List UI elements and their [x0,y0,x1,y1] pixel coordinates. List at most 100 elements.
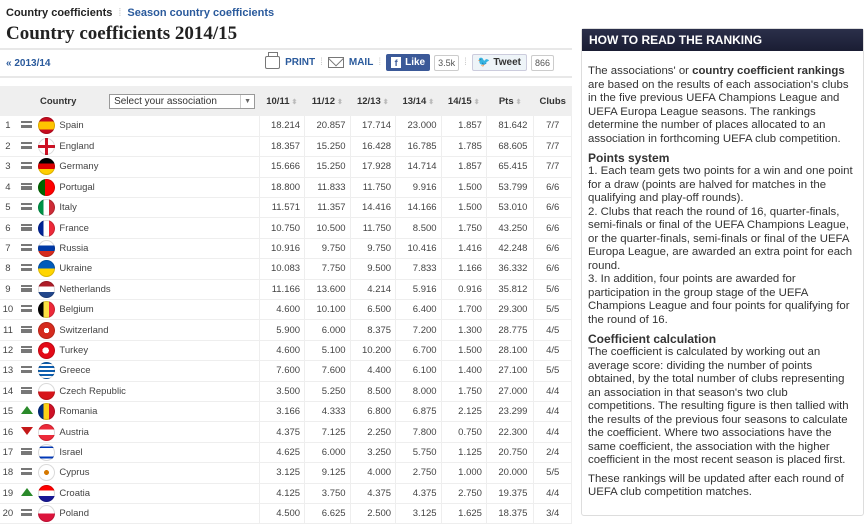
season-coefficient: 4.214 [350,279,397,301]
country-name[interactable]: England [59,136,260,158]
country-name[interactable]: Germany [59,156,260,178]
country-name[interactable]: Belgium [59,299,260,321]
flag-switzerland-icon [37,321,55,339]
season-coefficient: 14.714 [395,156,442,178]
unchanged-icon [21,244,33,252]
table-row[interactable]: 19 Croatia 4.125 3.750 4.375 4.375 2.750 19.375… [0,483,572,504]
facebook-like-button[interactable]: f Like [386,54,431,71]
season-coefficient: 6.100 [395,360,442,382]
rank: 10 [0,299,16,321]
table-row[interactable]: 5 Italy 11.571 11.357 14.416 14.166 1.500 53.01… [0,197,572,219]
table-row[interactable]: 8 Ukraine 10.083 7.750 9.500 7.833 1.166 36.332… [0,258,572,280]
season-coefficient: 4.000 [350,462,397,484]
table-row[interactable]: 17 Israel 4.625 6.000 3.250 5.750 1.125 20.750 2… [0,442,572,464]
unchanged-icon [21,345,33,353]
table-row[interactable]: 20 Poland 4.500 6.625 2.500 3.125 1.625 18.375 3… [0,503,572,525]
season-coefficient: 4.600 [259,299,306,321]
table-row[interactable]: 10 Belgium 4.600 10.100 6.500 6.400 1.700 29.30… [0,299,572,321]
total-points: 35.812 [486,279,535,301]
col-header-1415[interactable]: 14/15 ⬍ [441,86,486,116]
flag-russia-icon [37,240,55,258]
table-row[interactable]: 7 Russia 10.916 9.750 9.750 10.416 1.416 42.248… [0,238,572,260]
table-row[interactable]: 14 Czech Republic 3.500 5.250 8.500 8.000 1.75… [0,381,572,402]
col-header-1213[interactable]: 12/13 ⬍ [350,86,396,116]
table-row[interactable]: 15 Romania 3.166 4.333 6.800 6.875 2.125 23.299… [0,401,572,423]
col-header-1011[interactable]: 10/11 ⬍ [259,86,305,116]
country-name[interactable]: Israel [59,442,260,464]
season-coefficient: 1.857 [441,156,487,178]
table-row[interactable]: 13 Greece 7.600 7.600 4.400 6.100 1.400 27.100 5… [0,360,572,382]
association-select[interactable]: Select your association ▼ [109,93,256,109]
country-name[interactable]: Cyprus [59,462,260,484]
season-coefficient: 4.600 [259,340,306,362]
col-header-1314[interactable]: 13/14 ⬍ [396,86,442,116]
country-name[interactable]: Netherlands [59,279,260,301]
season-coefficient: 8.500 [350,381,397,402]
sort-icon: ⬍ [382,98,389,106]
country-name[interactable]: Poland [59,503,260,525]
table-row[interactable]: 2 England 18.357 15.250 16.428 16.785 1.785 68.… [0,136,572,158]
sort-icon: ⬍ [291,98,298,106]
col-header-pts[interactable]: Pts ⬍ [486,86,534,116]
subnav-country-coefficients[interactable]: Country coefficients [6,7,112,19]
season-coefficient: 6.625 [304,503,351,525]
country-name[interactable]: Austria [59,421,260,443]
rank: 2 [0,136,16,158]
table-row[interactable]: 1 Spain 18.214 20.857 17.714 23.000 1.857 81.64… [0,116,572,137]
season-coefficient: 14.166 [395,197,442,219]
season-coefficient: 6.400 [395,299,442,321]
country-name[interactable]: Czech Republic [59,381,260,402]
clubs-count: 6/6 [533,238,572,260]
country-name[interactable]: Croatia [59,483,260,504]
country-name[interactable]: Switzerland [59,319,260,341]
chevron-down-icon: ▼ [240,94,254,108]
previous-season-link[interactable]: « 2013/14 [6,58,51,69]
subnav-season-country-coefficients[interactable]: Season country coefficients [127,7,274,19]
mail-icon[interactable] [327,57,344,68]
season-coefficient: 1.750 [441,217,487,239]
season-coefficient: 4.125 [259,483,306,504]
table-row[interactable]: 18 Cyprus 3.125 9.125 4.000 2.750 1.000 20.000 5… [0,462,572,484]
season-coefficient: 10.200 [350,340,397,362]
table-row[interactable]: 12 Turkey 4.600 5.100 10.200 6.700 1.500 28.100… [0,340,572,362]
country-name[interactable]: Italy [59,197,260,219]
country-name[interactable]: France [59,217,260,239]
table-row[interactable]: 11 Switzerland 5.900 6.000 8.375 7.200 1.300 28… [0,319,572,341]
country-header: Country [40,95,77,107]
season-coefficient: 1.400 [441,360,487,382]
season-coefficient: 6.875 [395,401,442,423]
country-name[interactable]: Turkey [59,340,260,362]
col-header-1112[interactable]: 11/12 ⬍ [305,86,351,116]
season-coefficient: 4.375 [395,483,442,504]
table-row[interactable]: 4 Portugal 18.800 11.833 11.750 9.916 1.500 53.… [0,177,572,199]
season-coefficient: 20.857 [304,116,351,137]
print-button[interactable]: PRINT [285,57,315,68]
total-points: 81.642 [486,116,535,137]
total-points: 20.000 [486,462,535,484]
table-row[interactable]: 9 Netherlands 11.166 13.600 4.214 5.916 0.916 3… [0,279,572,301]
clubs-count: 2/4 [533,442,572,464]
total-points: 27.100 [486,360,535,382]
country-name[interactable]: Russia [59,238,260,260]
total-points: 42.248 [486,238,535,260]
points-system-heading: Points system [588,151,670,165]
country-name[interactable]: Spain [59,116,260,137]
clubs-count: 4/5 [533,340,572,362]
clubs-count: 5/5 [533,462,572,484]
season-coefficient: 7.800 [395,421,442,443]
print-icon[interactable] [265,52,281,69]
country-name[interactable]: Ukraine [59,258,260,280]
clubs-count: 5/5 [533,360,572,382]
season-coefficient: 7.125 [304,421,351,443]
update-note: These rankings will be updated after eac… [588,472,844,499]
season-coefficient: 1.500 [441,340,487,362]
country-name[interactable]: Portugal [59,177,260,199]
table-row[interactable]: 16 Austria 4.375 7.125 2.250 7.800 0.750 22.300… [0,421,572,443]
table-row[interactable]: 6 France 10.750 10.500 11.750 8.500 1.750 43.25… [0,217,572,239]
season-coefficient: 15.250 [304,156,351,178]
table-row[interactable]: 3 Germany 15.666 15.250 17.928 14.714 1.857 65.… [0,156,572,178]
tweet-button[interactable]: 🐦 Tweet [471,54,527,71]
mail-button[interactable]: MAIL [349,57,373,68]
country-name[interactable]: Romania [59,401,260,423]
country-name[interactable]: Greece [59,360,260,382]
